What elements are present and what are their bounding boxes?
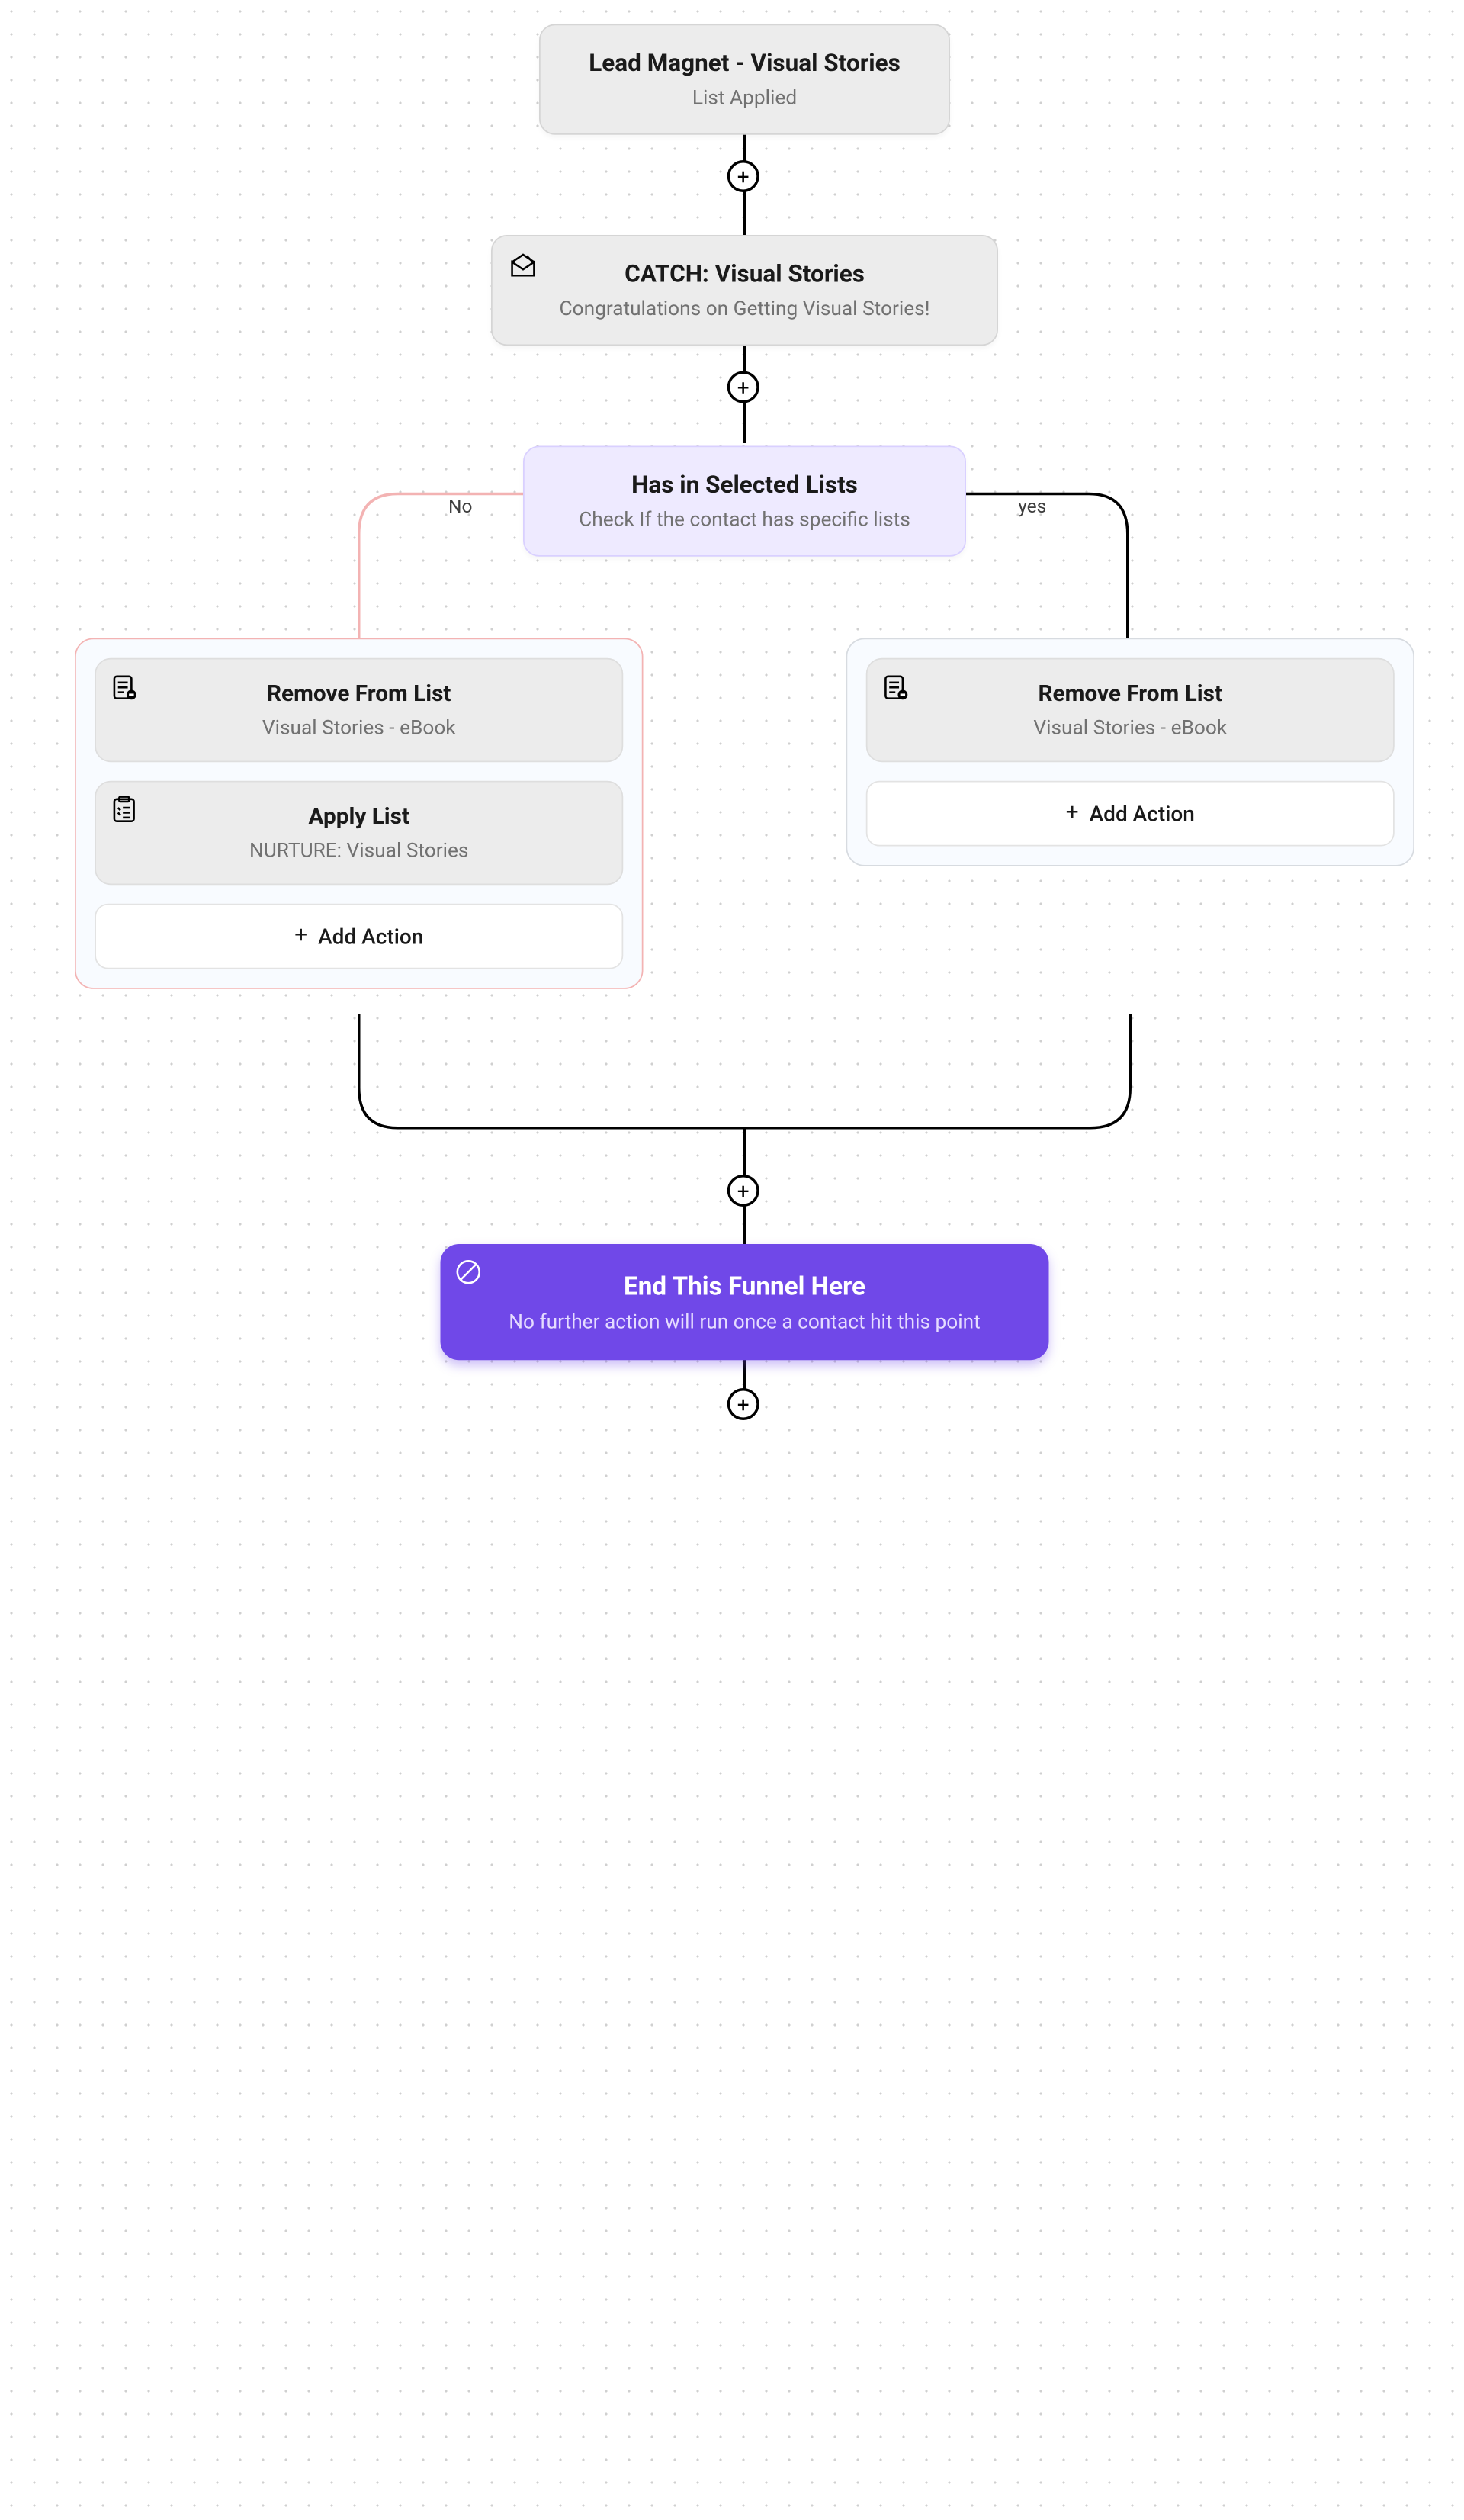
no-branch-container: Remove From List Visual Stories - eBook … bbox=[75, 638, 644, 989]
stop-icon bbox=[454, 1258, 483, 1287]
node-title: Has in Selected Lists bbox=[562, 471, 928, 500]
add-step-button[interactable]: + bbox=[727, 1388, 759, 1420]
action-card-remove-list[interactable]: Remove From List Visual Stories - eBook bbox=[95, 658, 623, 763]
action-subtitle: Visual Stories - eBook bbox=[894, 715, 1367, 740]
condition-node[interactable]: Has in Selected Lists Check If the conta… bbox=[523, 446, 966, 557]
add-action-label: Add Action bbox=[318, 924, 423, 949]
action-title: Remove From List bbox=[123, 681, 596, 708]
plus-icon: + bbox=[1066, 802, 1079, 825]
list-remove-icon bbox=[881, 673, 910, 702]
end-node[interactable]: End This Funnel Here No further action w… bbox=[441, 1244, 1049, 1360]
node-subtitle: List Applied bbox=[578, 85, 912, 110]
trigger-node[interactable]: Lead Magnet - Visual Stories List Applie… bbox=[539, 24, 950, 135]
branch-label-no: No bbox=[448, 497, 472, 518]
action-title: Remove From List bbox=[894, 681, 1367, 708]
node-title: End This Funnel Here bbox=[478, 1271, 1012, 1301]
add-action-button[interactable]: + Add Action bbox=[95, 904, 623, 969]
action-subtitle: NURTURE: Visual Stories bbox=[123, 838, 596, 863]
envelope-edit-icon bbox=[509, 252, 538, 282]
action-title: Apply List bbox=[123, 804, 596, 831]
yes-branch-container: Remove From List Visual Stories - eBook … bbox=[846, 638, 1415, 866]
checklist-icon bbox=[110, 796, 140, 825]
add-step-button[interactable]: + bbox=[727, 371, 759, 403]
add-step-button[interactable]: + bbox=[727, 1175, 759, 1207]
action-card-remove-list[interactable]: Remove From List Visual Stories - eBook bbox=[866, 658, 1395, 763]
branch-label-yes: yes bbox=[1018, 497, 1046, 518]
add-step-button[interactable]: + bbox=[727, 160, 759, 192]
node-subtitle: No further action will run once a contac… bbox=[478, 1310, 1012, 1334]
list-remove-icon bbox=[110, 673, 140, 702]
node-title: Lead Magnet - Visual Stories bbox=[578, 50, 912, 78]
action-subtitle: Visual Stories - eBook bbox=[123, 715, 596, 740]
email-node[interactable]: CATCH: Visual Stories Congratulations on… bbox=[491, 235, 998, 346]
plus-icon: + bbox=[294, 925, 307, 948]
add-action-button[interactable]: + Add Action bbox=[866, 781, 1395, 847]
node-title: CATCH: Visual Stories bbox=[530, 260, 960, 288]
node-subtitle: Check If the contact has specific lists bbox=[562, 507, 928, 532]
action-card-apply-list[interactable]: Apply List NURTURE: Visual Stories bbox=[95, 781, 623, 886]
node-subtitle: Congratulations on Getting Visual Storie… bbox=[530, 297, 960, 321]
add-action-label: Add Action bbox=[1090, 801, 1195, 826]
